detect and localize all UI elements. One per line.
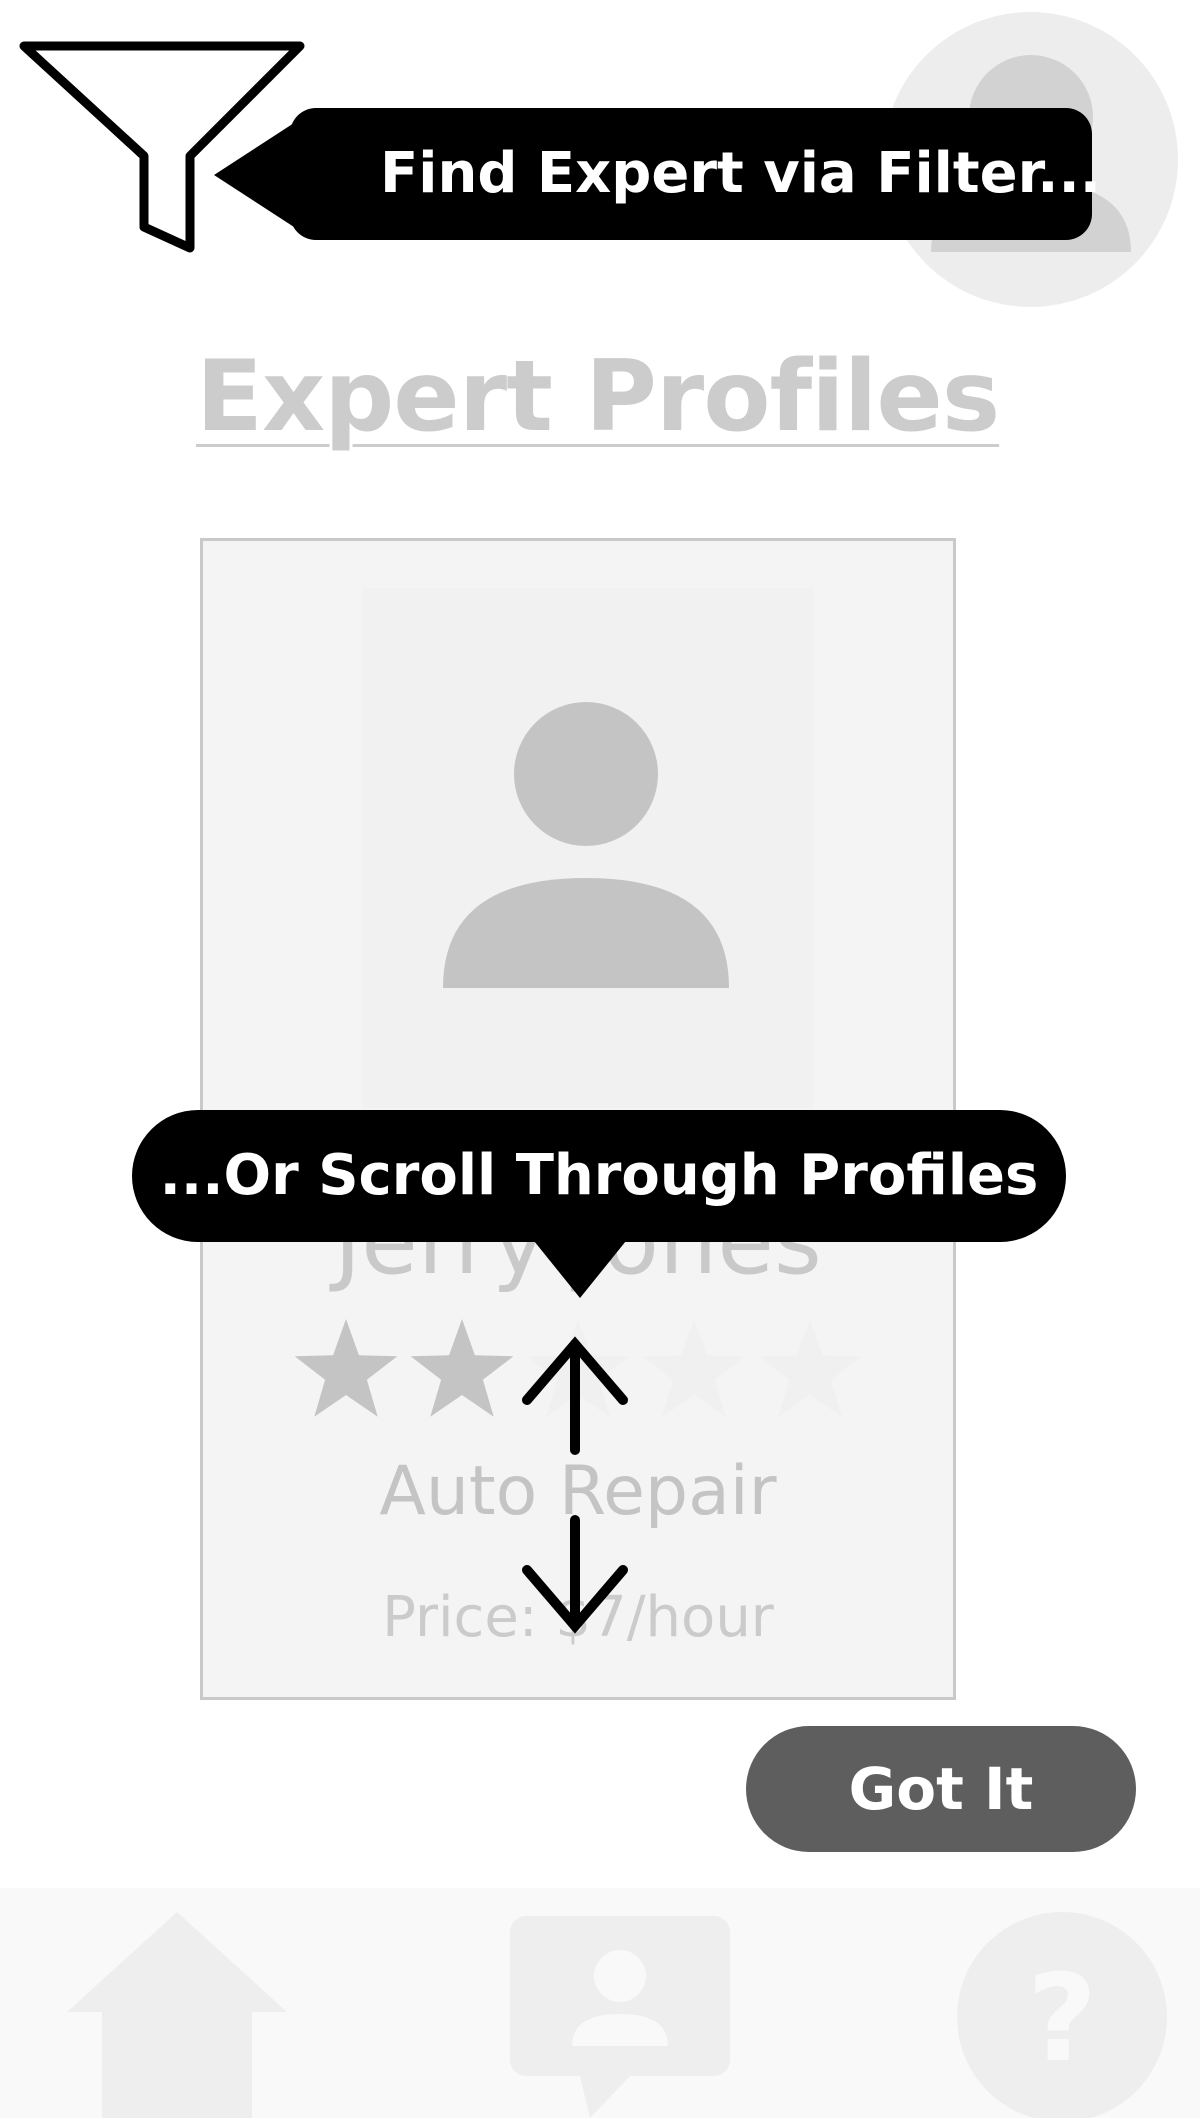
star-empty-icon [642,1319,746,1417]
star-empty-icon [758,1319,862,1417]
bottom-navigation: ? [0,1888,1200,2118]
star-filled-icon [410,1319,514,1417]
filter-tooltip: Find Expert via Filter... [290,108,1101,240]
tooltip-pointer [530,1236,630,1298]
help-icon[interactable]: ? [955,1910,1170,2118]
expert-photo [363,588,813,1108]
star-filled-icon [294,1319,398,1417]
expert-chat-icon[interactable] [510,1916,730,2118]
person-icon [443,702,729,988]
page-title: Expert Profiles [196,340,1000,454]
home-icon[interactable] [62,1902,292,2118]
scroll-tooltip: ...Or Scroll Through Profiles [132,1110,1066,1242]
scroll-arrows-icon [522,1336,628,1634]
got-it-button[interactable]: Got It [746,1726,1136,1852]
svg-text:?: ? [1027,1950,1097,2089]
